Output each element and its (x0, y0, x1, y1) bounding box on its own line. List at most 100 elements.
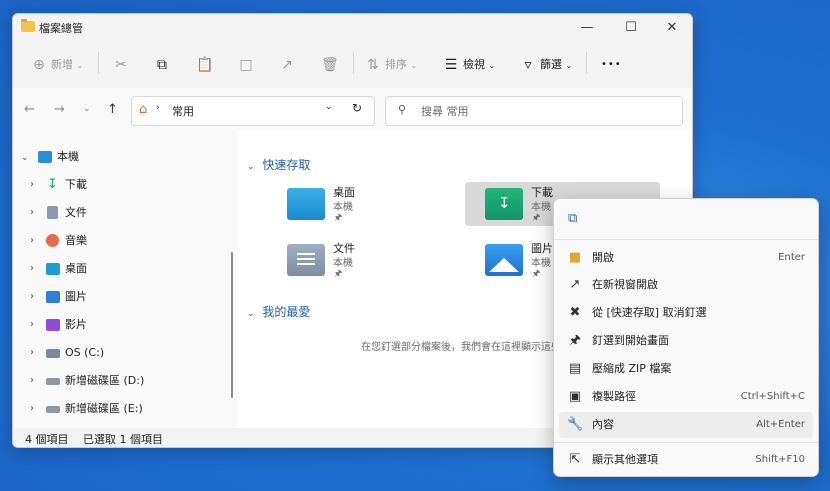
pictures-icon (46, 291, 60, 303)
sidebar-item-this-pc[interactable]: ⌄ 本機 (13, 144, 223, 170)
pin-icon: 🖈 (334, 269, 343, 279)
sort-button[interactable]: ⇅ 排序 ⌄ (365, 54, 417, 76)
section-quick-access[interactable]: ⌄ 快速存取 (247, 156, 310, 173)
desktop-icon (46, 263, 60, 275)
scrollbar[interactable] (231, 252, 233, 398)
close-button[interactable]: ✕ (650, 14, 692, 42)
sidebar-item-downloads[interactable]: › ↧ 下載 (13, 172, 223, 198)
view-button[interactable]: ☰ 檢視 ⌄ (443, 54, 495, 76)
paste-button[interactable]: 📋 (196, 54, 216, 76)
new-button[interactable]: ⊕ 新增 ⌄ (31, 54, 83, 76)
sidebar-item-os-c[interactable]: › OS (C:) (13, 340, 223, 366)
downloads-folder-icon: ↧ (485, 188, 523, 220)
cut-button[interactable]: ✂ (113, 54, 133, 76)
up-icon[interactable]: ↑ (107, 102, 118, 117)
rename-icon: □ (239, 57, 253, 73)
search-box[interactable]: ⚲ 搜尋 常用 (385, 96, 683, 126)
documents-folder-icon (287, 244, 325, 276)
sidebar-item-drive-e[interactable]: › 新增磁碟區 (E:) (13, 396, 223, 422)
chevron-right-icon[interactable]: › (30, 284, 34, 310)
delete-button[interactable]: 🗑 (321, 54, 341, 76)
sidebar-item-drive-d[interactable]: › 新增磁碟區 (D:) (13, 368, 223, 394)
back-icon[interactable]: ← (24, 102, 35, 117)
sidebar-item-videos[interactable]: › 影片 (13, 312, 223, 338)
menu-item-show-more-options[interactable]: ⇱ 顯示其他選項 Shift+F10 (559, 447, 813, 473)
search-icon: ⚲ (398, 103, 407, 116)
folder-icon (21, 19, 35, 32)
music-icon (46, 234, 59, 247)
chevron-right-icon[interactable]: › (30, 396, 34, 422)
home-icon: ⌂ (139, 102, 148, 117)
recent-locations-icon[interactable]: ⌄ (83, 104, 91, 114)
zip-icon: ▤ (568, 361, 582, 376)
sidebar-item-documents[interactable]: › 文件 (13, 200, 223, 226)
chevron-right-icon[interactable]: › (30, 256, 34, 282)
chevron-right-icon[interactable]: › (30, 172, 34, 198)
chevron-down-icon[interactable]: ⌄ (325, 102, 333, 112)
chevron-down-icon: ⌄ (488, 61, 496, 70)
more-options-icon: ⇱ (569, 452, 581, 467)
chevron-down-icon: ⌄ (247, 309, 255, 319)
menu-item-compress-zip[interactable]: ▤ 壓縮成 ZIP 檔案 (559, 356, 813, 382)
desktop-folder-icon (287, 188, 325, 220)
command-bar: ⊕ 新增 ⌄ ✂ ⧉ 📋 □ ↗ 🗑 ⇅ 排序 ⌄ ☰ 檢視 ⌄ ▿ 篩選 ⌄ ••• (13, 42, 692, 88)
breadcrumb[interactable]: 常用 (172, 103, 194, 119)
chevron-right-icon[interactable]: › (30, 200, 34, 226)
maximize-button[interactable]: ☐ (609, 14, 653, 42)
filter-icon: ▿ (524, 57, 532, 73)
divider (554, 239, 818, 240)
plus-circle-icon: ⊕ (33, 57, 45, 73)
tile-documents[interactable]: 文件 本機 🖈 (267, 238, 462, 282)
menu-item-open[interactable]: ■ 開啟 Enter (559, 245, 813, 271)
pin-icon: 🖈 (532, 269, 541, 279)
sort-icon: ⇅ (367, 57, 379, 73)
share-button[interactable]: ↗ (279, 54, 299, 76)
video-icon (46, 319, 60, 331)
chevron-down-icon[interactable]: ⌄ (21, 145, 29, 171)
pictures-folder-icon (485, 244, 523, 276)
document-icon (47, 206, 58, 219)
chevron-down-icon: ⌄ (76, 61, 84, 70)
minimize-button[interactable]: — (565, 14, 609, 42)
folder-icon: ■ (568, 250, 582, 265)
menu-item-unpin-quick-access[interactable]: ✖ 從 [快速存取] 取消釘選 (559, 300, 813, 326)
item-count: 4 個項目 (25, 433, 69, 446)
filter-button[interactable]: ▿ 篩選 ⌄ (520, 54, 572, 76)
pin-icon: 🖈 (568, 333, 582, 348)
chevron-right-icon[interactable]: › (30, 368, 34, 394)
chevron-right-icon[interactable]: › (30, 228, 34, 254)
wrench-icon: 🔧 (567, 417, 584, 432)
copy-icon[interactable]: ⧉ (568, 211, 577, 226)
sidebar-item-desktop[interactable]: › 桌面 (13, 256, 223, 282)
divider (554, 442, 818, 443)
chevron-right-icon[interactable]: › (30, 340, 34, 366)
chevron-right-icon[interactable]: › (30, 312, 34, 338)
menu-item-open-new-window[interactable]: ↗ 在新視窗開啟 (559, 272, 813, 298)
refresh-icon[interactable]: ↻ (352, 101, 362, 115)
menu-item-copy-path[interactable]: ▣ 複製路徑 Ctrl+Shift+C (559, 384, 813, 410)
copy-button[interactable]: ⧉ (154, 54, 174, 76)
chevron-down-icon: ⌄ (247, 162, 255, 172)
chevron-down-icon: ⌄ (410, 61, 418, 70)
divider (98, 52, 99, 74)
unpin-icon: ✖ (569, 305, 581, 320)
download-icon: ↧ (498, 194, 511, 212)
menu-item-pin-to-start[interactable]: 🖈 釘選到開始畫面 (559, 328, 813, 354)
menu-item-properties[interactable]: 🔧 內容 Alt+Enter (559, 412, 813, 438)
search-input[interactable]: 搜尋 常用 (421, 103, 469, 119)
view-list-icon: ☰ (444, 57, 458, 73)
forward-icon[interactable]: → (54, 102, 65, 117)
drive-icon (46, 378, 60, 385)
section-favorites[interactable]: ⌄ 我的最愛 (247, 303, 310, 320)
rename-button[interactable]: □ (238, 54, 258, 76)
selection-count: 已選取 1 個項目 (83, 433, 163, 446)
address-bar[interactable]: ⌂ › 常用 ⌄ ↻ (131, 96, 375, 126)
tile-desktop[interactable]: 桌面 本機 🖈 (267, 182, 462, 226)
more-options-button[interactable]: ••• (601, 54, 622, 76)
context-menu: ⧉ ■ 開啟 Enter ↗ 在新視窗開啟 ✖ 從 [快速存取] 取消釘選 🖈 … (553, 198, 819, 477)
drive-icon (46, 406, 60, 413)
sidebar-item-pictures[interactable]: › 圖片 (13, 284, 223, 310)
open-external-icon: ↗ (569, 277, 581, 292)
chevron-down-icon: ⌄ (565, 61, 573, 70)
sidebar-item-music[interactable]: › 音樂 (13, 228, 223, 254)
